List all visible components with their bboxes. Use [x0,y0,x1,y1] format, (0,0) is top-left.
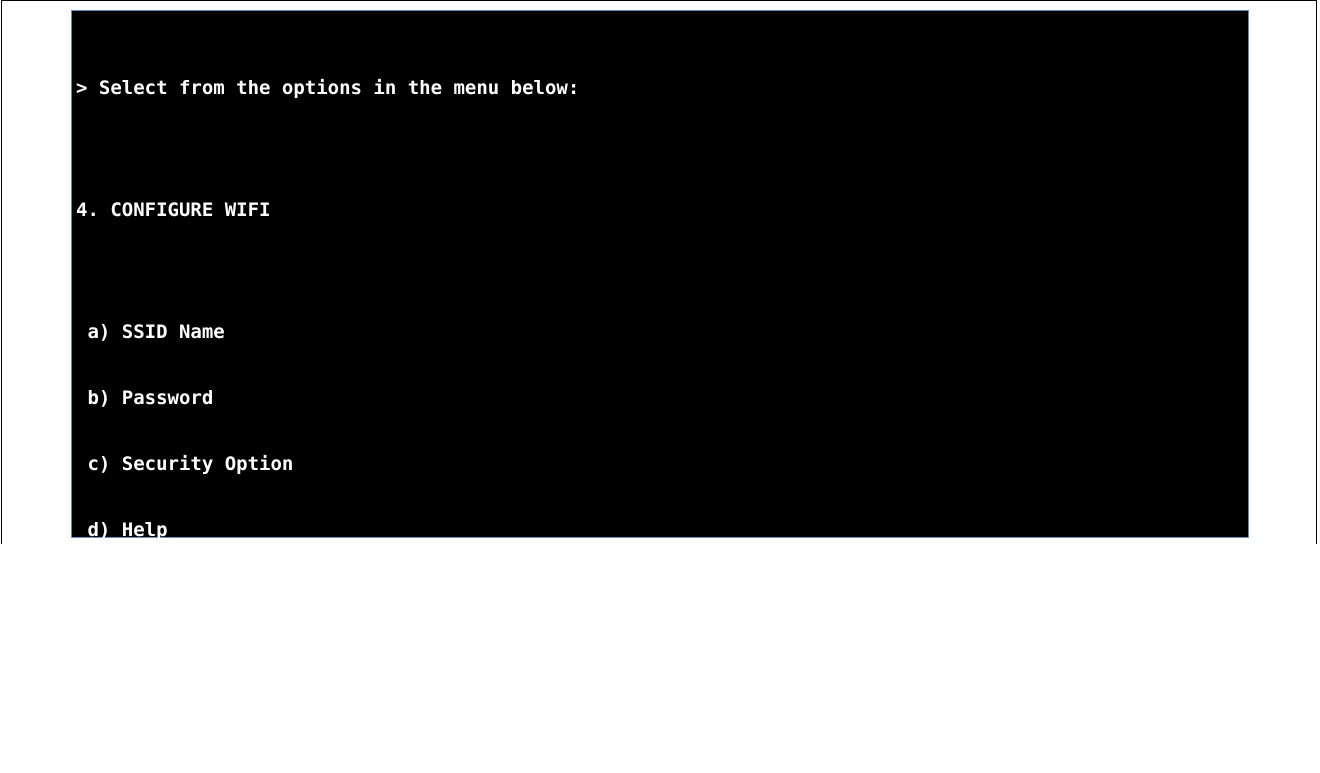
shell-prompt[interactable]: $ [76,707,579,729]
option-help: d) Help [76,519,168,541]
section-title: 4. CONFIGURE WIFI [76,199,271,221]
shell-prompt-symbol: $ [76,707,88,729]
terminal-window[interactable]: > Select from the options in the menu be… [71,10,1249,729]
option-password: b) Password [76,387,214,409]
option-security: c) Security Option [76,453,294,475]
return-instruction: > Press space bar to return to MENU [76,641,477,663]
terminal-output: > Select from the options in the menu be… [76,33,579,773]
menu-prompt-line: > Select from the options in the menu be… [76,77,580,99]
option-ssid-name: a) SSID Name [76,321,225,343]
